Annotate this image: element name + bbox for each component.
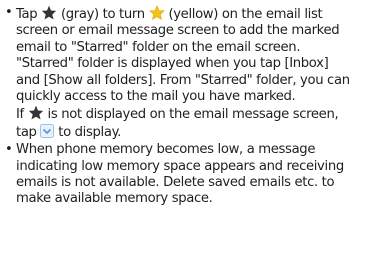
- text-line: indicating low memory space appears and …: [16, 158, 344, 174]
- text-segment: Tap: [16, 7, 38, 22]
- text-segment: If: [16, 107, 24, 123]
- bullet-starred-mail: • Tap (gray) to turn (yellow) on the ema…: [4, 5, 372, 141]
- bullet-marker: •: [5, 5, 13, 20]
- help-text: • Tap (gray) to turn (yellow) on the ema…: [0, 0, 380, 260]
- text-line: quickly access to the mail you have mark…: [16, 89, 296, 105]
- text-segment: is not displayed on the email message sc…: [47, 107, 339, 123]
- yellow-star-icon: [148, 5, 165, 20]
- text-line: screen or email message screen to add th…: [16, 23, 340, 39]
- text-segment: (yellow) on the email list: [168, 7, 323, 22]
- text-line: "Starred" folder is displayed when you t…: [16, 56, 329, 72]
- text-line: When phone memory becomes low, a message: [16, 142, 316, 158]
- gray-star-icon: [28, 105, 44, 120]
- text-segment: to display.: [58, 124, 121, 140]
- text-segment: tap: [16, 124, 37, 140]
- bullet-low-memory: • When phone memory becomes low, a messa…: [4, 142, 372, 208]
- text-segment: (gray) to turn: [60, 7, 145, 22]
- text-line: Tap (gray) to turn (yellow) on the email…: [16, 5, 372, 23]
- text-line: If is not displayed on the email message…: [16, 105, 372, 123]
- text-line: email to "Starred" folder on the email s…: [16, 39, 301, 55]
- text-line: emails is not available. Delete saved em…: [16, 175, 335, 191]
- text-line: tap to display.: [16, 123, 372, 141]
- expand-chevron-icon: [40, 123, 55, 138]
- text-line: and [Show all folders]. From "Starred" f…: [16, 72, 350, 88]
- text-line: make available memory space.: [16, 191, 213, 207]
- gray-star-icon: [41, 5, 57, 20]
- bullet-marker: •: [5, 142, 13, 158]
